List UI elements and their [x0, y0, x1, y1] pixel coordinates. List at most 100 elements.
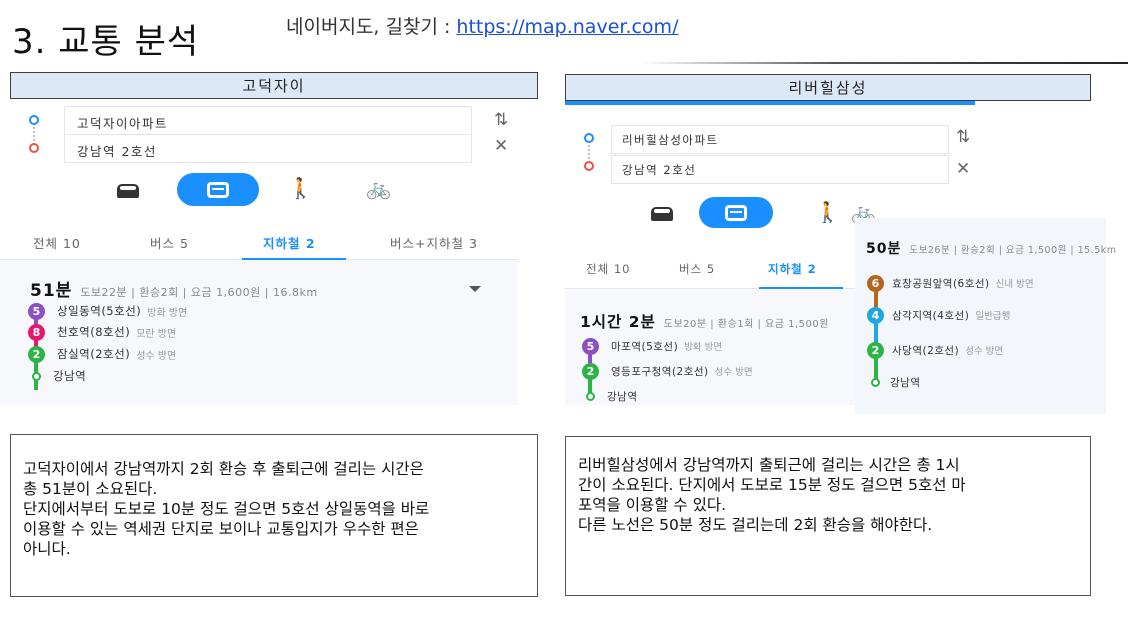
- station-name: 상일동역(5호선): [57, 304, 142, 318]
- left-route-panel: 고덕자이아파트 강남역 2호선 ⇅ ✕ 🚶 🚲 전체 10 버스 5 지하철 2…: [0, 100, 518, 405]
- description-line: 리버힐삼성에서 강남역까지 출퇴근에 걸리는 시간은 총 1시: [578, 456, 960, 474]
- description-line: 포역을 이용할 수 있다.: [578, 496, 727, 514]
- left-route-tabs: 전체 10 버스 5 지하철 2 버스+지하철 3: [0, 220, 518, 260]
- tab-subway[interactable]: 지하철 2: [263, 233, 316, 252]
- header-rule: [640, 62, 1128, 64]
- destination-marker-icon: [871, 377, 880, 387]
- line-2-badge: 2: [28, 345, 45, 363]
- description-line: 고덕자이에서 강남역까지 2회 환승 후 출퇴근에 걸리는 시간은: [23, 460, 424, 478]
- header-source-note: 네이버지도, 길찾기 : https://map.naver.com/: [286, 12, 678, 39]
- bike-icon[interactable]: 🚲: [366, 176, 391, 200]
- right-section-label: 리버힐삼성: [565, 74, 1091, 101]
- tab-bus[interactable]: 버스 5: [679, 261, 715, 277]
- route-step: 2 사당역(2호선) 성수 방면: [867, 341, 1003, 359]
- close-icon[interactable]: ✕: [494, 136, 508, 156]
- route-line-connector: [874, 288, 878, 384]
- destination-name: 강남역: [53, 369, 87, 383]
- station-name: 영등포구청역(2호선): [611, 365, 709, 378]
- direction-text: 신내 방면: [995, 279, 1034, 290]
- page-title: 3. 교통 분석: [12, 22, 200, 62]
- right-description-box: 리버힐삼성에서 강남역까지 출퇴근에 걸리는 시간은 총 1시 간이 소요된다.…: [565, 436, 1091, 596]
- start-stop-input[interactable]: 리버힐삼성아파트: [611, 125, 949, 154]
- route-destination: 강남역: [867, 373, 920, 391]
- direction-text: 일반급행: [975, 311, 1011, 322]
- route-detail: 도보22분 | 환승2회 | 요금 1,600원 | 16.8km: [80, 286, 318, 299]
- alt-route-time: 50분: [866, 241, 902, 257]
- tab-all[interactable]: 전체 10: [33, 233, 81, 252]
- line-2-badge: 2: [582, 362, 599, 380]
- tab-subway[interactable]: 지하철 2: [768, 261, 817, 277]
- direction-text: 모란 방면: [136, 328, 177, 340]
- bus-mode-button[interactable]: [699, 197, 773, 228]
- end-marker-icon: [29, 143, 39, 153]
- start-marker-icon: [584, 133, 594, 143]
- walk-icon[interactable]: 🚶: [288, 176, 313, 200]
- station-name: 삼각지역(4호선): [892, 309, 970, 322]
- route-step: 8 천호역(8호선) 모란 방면: [28, 323, 176, 341]
- route-destination: 강남역: [28, 367, 86, 385]
- destination-name: 강남역: [607, 390, 638, 403]
- route-detail: 도보20분 | 환승1회 | 요금 1,500원: [663, 319, 829, 330]
- station-name: 잠실역(2호선): [57, 347, 131, 361]
- route-step: 4 삼각지역(4호선) 일반급행: [867, 306, 1010, 324]
- alt-route-summary: 50분 도보26분 | 환승2회 | 요금 1,500원 | 15.5km: [866, 238, 1117, 258]
- route-step: 2 영등포구청역(2호선) 성수 방면: [582, 362, 753, 380]
- active-tab-indicator: [242, 258, 346, 260]
- destination-name: 강남역: [890, 376, 921, 389]
- close-icon[interactable]: ✕: [956, 159, 970, 179]
- line-5-badge: 5: [582, 337, 599, 355]
- route-time: 51분: [30, 281, 73, 301]
- direction-text: 성수 방면: [136, 350, 177, 362]
- description-line: 이용할 수 있는 역세권 단지로 보이나 교통입지가 우수한 편은: [23, 520, 419, 538]
- description-line: 아니다.: [23, 540, 71, 558]
- route-destination: 강남역: [582, 387, 637, 405]
- direction-text: 성수 방면: [714, 367, 753, 378]
- start-stop-input[interactable]: 고덕자이아파트: [64, 106, 472, 135]
- route-dotted-line: [588, 145, 590, 159]
- description-line: 간이 소요된다. 단지에서 도보로 15분 정도 걸으면 5호선 마: [578, 476, 966, 494]
- line-5-badge: 5: [28, 302, 45, 320]
- tab-bus[interactable]: 버스 5: [150, 233, 189, 252]
- station-name: 사당역(2호선): [892, 344, 960, 357]
- direction-text: 방화 방면: [147, 307, 188, 319]
- active-tab-indicator: [759, 287, 843, 289]
- destination-marker-icon: [586, 391, 595, 401]
- swap-arrows-icon[interactable]: ⇅: [956, 127, 970, 147]
- description-line: 다른 노선은 50분 정도 걸리는데 2회 환승을 해야한다.: [578, 516, 933, 534]
- tab-all[interactable]: 전체 10: [586, 261, 630, 277]
- alt-route-detail: 도보26분 | 환승2회 | 요금 1,500원 | 15.5km: [909, 245, 1117, 256]
- route-step: 2 잠실역(2호선) 성수 방면: [28, 345, 176, 363]
- left-route-summary[interactable]: 51분 도보22분 | 환승2회 | 요금 1,600원 | 16.8km: [30, 276, 318, 301]
- route-step: 6 효창공원앞역(6호선) 신내 방면: [867, 274, 1034, 292]
- route-dotted-line: [33, 127, 35, 141]
- end-stop-input[interactable]: 강남역 2호선: [64, 134, 472, 163]
- tab-bus-subway[interactable]: 버스+지하철 3: [390, 233, 478, 252]
- source-link[interactable]: https://map.naver.com/: [456, 16, 678, 38]
- walk-icon[interactable]: 🚶: [815, 200, 840, 224]
- start-marker-icon: [29, 115, 39, 125]
- bus-icon: [725, 204, 747, 221]
- line-2-badge: 2: [867, 341, 884, 359]
- right-route-summary[interactable]: 1시간 2분 도보20분 | 환승1회 | 요금 1,500원: [580, 310, 829, 332]
- route-step: 5 상일동역(5호선) 방화 방면: [28, 302, 187, 320]
- description-line: 단지에서부터 도보로 10분 정도 걸으면 5호선 상일동역을 바로: [23, 500, 430, 518]
- bus-mode-button[interactable]: [177, 173, 259, 206]
- description-line: 총 51분이 소요된다.: [23, 480, 158, 498]
- source-label: 네이버지도, 길찾기 :: [286, 16, 457, 38]
- line-8-badge: 8: [28, 323, 45, 341]
- direction-text: 성수 방면: [965, 346, 1004, 357]
- left-description-box: 고덕자이에서 강남역까지 2회 환승 후 출퇴근에 걸리는 시간은 총 51분이…: [10, 434, 538, 597]
- end-stop-input[interactable]: 강남역 2호선: [611, 155, 949, 184]
- bus-icon: [207, 181, 229, 198]
- station-name: 천호역(8호선): [57, 325, 131, 339]
- left-section-label: 고덕자이: [10, 72, 538, 99]
- route-step: 5 마포역(5호선) 방화 방면: [582, 337, 722, 355]
- swap-arrows-icon[interactable]: ⇅: [494, 110, 508, 130]
- alt-route-overlay[interactable]: 50분 도보26분 | 환승2회 | 요금 1,500원 | 15.5km 6 …: [855, 218, 1116, 414]
- end-marker-icon: [584, 161, 594, 171]
- expand-caret-icon[interactable]: [469, 286, 481, 292]
- car-icon[interactable]: [651, 207, 673, 221]
- line-6-badge: 6: [867, 274, 884, 292]
- car-icon[interactable]: [117, 184, 139, 198]
- station-name: 마포역(5호선): [611, 340, 679, 353]
